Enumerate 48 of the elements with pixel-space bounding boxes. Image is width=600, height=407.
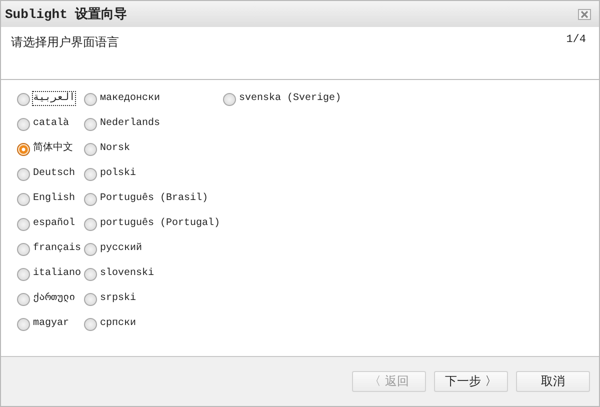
- language-label[interactable]: polski: [100, 167, 136, 180]
- radio-button[interactable]: [17, 118, 30, 131]
- radio-button[interactable]: [84, 293, 98, 306]
- language-label[interactable]: ქართული: [33, 292, 76, 305]
- language-label[interactable]: Português (Brasil): [100, 192, 208, 205]
- radio-button[interactable]: [17, 193, 30, 206]
- language-label[interactable]: magyar: [33, 317, 70, 330]
- language-label[interactable]: slovenski: [100, 267, 154, 280]
- radio-button[interactable]: [84, 318, 98, 331]
- language-label[interactable]: español: [33, 217, 76, 230]
- language-label[interactable]: português (Portugal): [100, 217, 220, 230]
- radio-button[interactable]: [17, 143, 30, 156]
- next-button[interactable]: 下一步 〉: [434, 371, 508, 392]
- radio-button[interactable]: [84, 193, 98, 206]
- language-label[interactable]: македонски: [100, 92, 160, 105]
- radio-button[interactable]: [84, 218, 98, 231]
- radio-button[interactable]: [17, 293, 30, 306]
- radio-button[interactable]: [17, 318, 30, 331]
- step-counter: 1/4: [566, 34, 586, 46]
- radio-button[interactable]: [84, 93, 98, 106]
- language-label[interactable]: srpski: [100, 292, 136, 305]
- radio-button[interactable]: [17, 243, 30, 256]
- language-label[interactable]: Deutsch: [33, 167, 76, 180]
- language-label[interactable]: العربية: [33, 92, 76, 105]
- radio-button[interactable]: [17, 218, 30, 231]
- radio-button[interactable]: [84, 143, 98, 156]
- language-label[interactable]: Nederlands: [100, 117, 160, 130]
- close-icon[interactable]: [578, 8, 591, 20]
- language-label[interactable]: italiano: [33, 267, 82, 280]
- radio-button[interactable]: [84, 268, 98, 281]
- radio-button[interactable]: [223, 93, 236, 106]
- language-label[interactable]: français: [33, 242, 82, 255]
- instruction-text: 请选择用户界面语言: [11, 34, 119, 51]
- language-label[interactable]: русский: [100, 242, 142, 255]
- radio-button[interactable]: [17, 168, 30, 181]
- cancel-button[interactable]: 取消: [516, 371, 590, 392]
- radio-button[interactable]: [17, 268, 30, 281]
- radio-button[interactable]: [84, 118, 98, 131]
- radio-button[interactable]: [84, 243, 98, 256]
- radio-button[interactable]: [84, 168, 98, 181]
- language-label[interactable]: svenska (Sverige): [239, 92, 342, 105]
- language-label[interactable]: English: [33, 192, 76, 205]
- radio-button[interactable]: [17, 93, 30, 106]
- language-label[interactable]: српски: [100, 317, 136, 330]
- language-label[interactable]: català: [33, 117, 70, 130]
- language-label[interactable]: 简体中文: [33, 142, 73, 155]
- window-title: Sublight 设置向导: [5, 6, 128, 23]
- language-label[interactable]: Norsk: [100, 142, 130, 155]
